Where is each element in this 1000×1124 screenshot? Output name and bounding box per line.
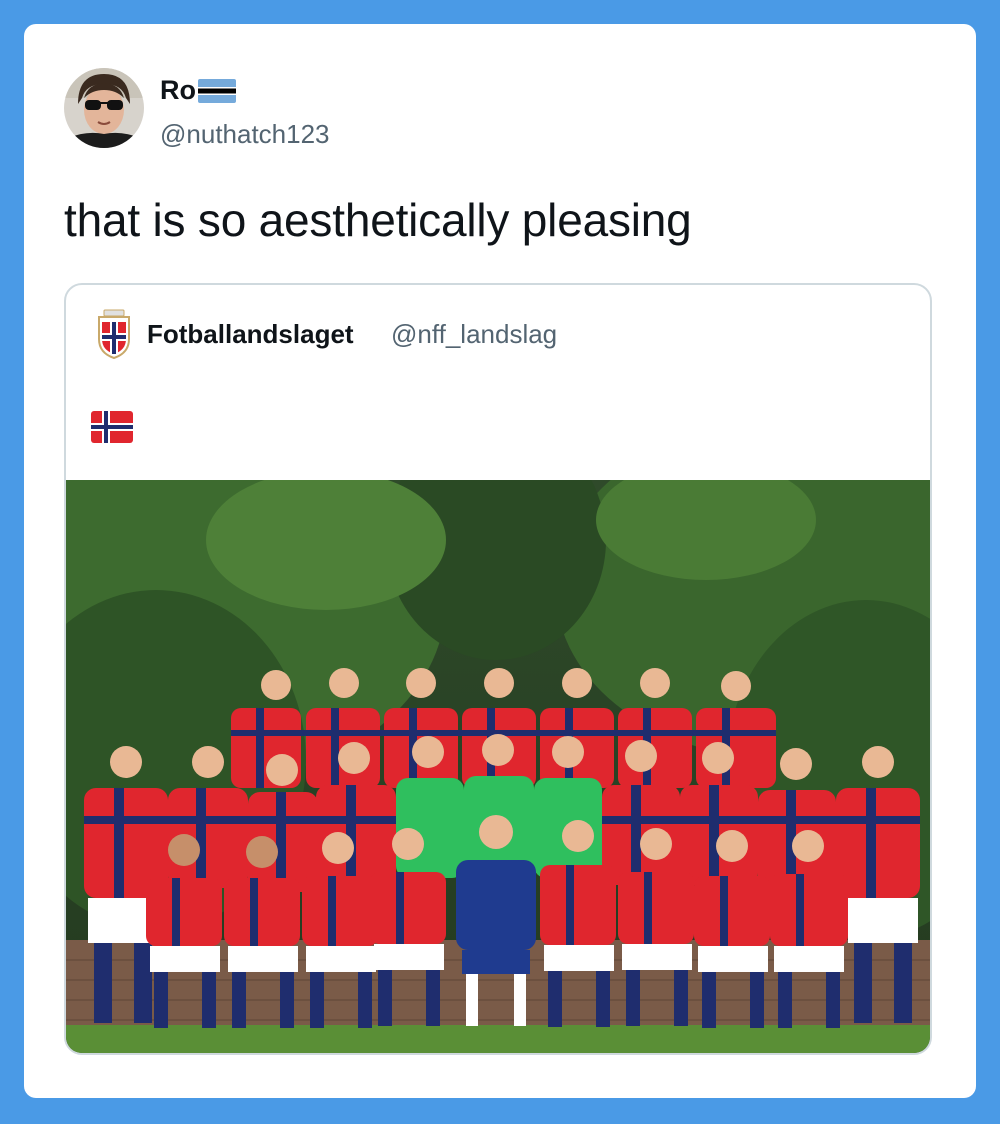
quoted-handle[interactable]: @nff_landslag xyxy=(391,318,557,350)
tweet-text: that is so aesthetically pleasing xyxy=(64,194,692,246)
display-name-text: Ro xyxy=(160,75,196,105)
flag-botswana-icon xyxy=(198,78,236,103)
avatar[interactable] xyxy=(64,68,144,148)
user-handle[interactable]: @nuthatch123 xyxy=(160,118,330,150)
quoted-display-name[interactable]: Fotballandslaget xyxy=(147,318,354,350)
quoted-tweet[interactable]: Fotballandslaget @nff_landslag xyxy=(64,283,932,1055)
tweet-card: Ro @nuthatch123 that is so aesthetically… xyxy=(24,24,976,1098)
display-name[interactable]: Ro xyxy=(160,74,236,106)
flag-norway-icon xyxy=(91,411,133,443)
norway-football-crest-icon[interactable] xyxy=(96,309,132,360)
team-photo[interactable] xyxy=(66,420,930,1053)
